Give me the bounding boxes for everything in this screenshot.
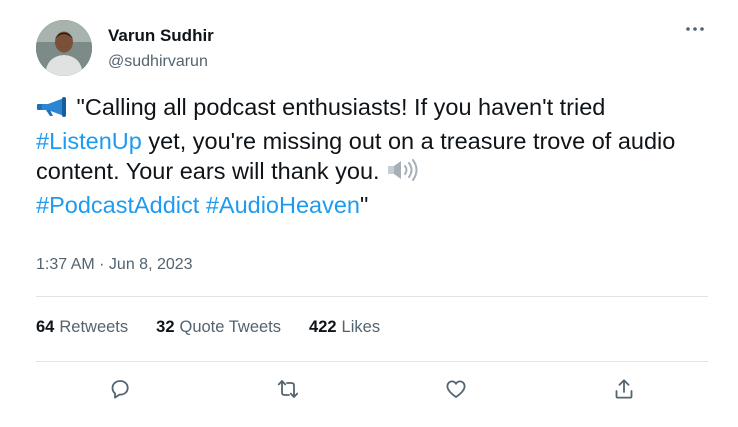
avatar[interactable] [36, 20, 92, 76]
likes-label: Likes [341, 318, 381, 336]
engagement-stats: 64 Retweets 32 Quote Tweets 422 Likes [36, 318, 380, 340]
user-handle[interactable]: @sudhirvarun [108, 53, 208, 71]
quote-tweets-stat[interactable]: 32 Quote Tweets [156, 318, 281, 340]
tweet-text-segment: " [360, 191, 369, 218]
share-icon[interactable] [609, 374, 639, 404]
divider [36, 296, 708, 297]
more-options-icon[interactable] [682, 18, 708, 40]
tweet-text: "Calling all podcast enthusiasts! If you… [36, 92, 716, 220]
quote-tweets-count: 32 [156, 318, 175, 336]
tweet-timestamp[interactable]: 1:37 AM · Jun 8, 2023 [36, 256, 193, 274]
likes-count: 422 [309, 318, 337, 336]
retweets-label: Retweets [59, 318, 129, 336]
speaker-high-volume-icon [386, 158, 420, 190]
tweet-text-segment: "Calling all podcast enthusiasts! If you… [76, 94, 606, 120]
megaphone-icon [36, 95, 70, 126]
display-name[interactable]: Varun Sudhir [108, 26, 214, 46]
hashtag-listenup[interactable]: #ListenUp [36, 128, 142, 154]
tweet-card: Varun Sudhir @sudhirvarun "Calling all p… [0, 0, 738, 427]
retweets-stat[interactable]: 64 Retweets [36, 318, 128, 340]
divider [36, 361, 708, 362]
like-icon[interactable] [441, 374, 471, 404]
retweet-icon[interactable] [273, 374, 303, 404]
quote-tweets-label: Quote Tweets [179, 318, 282, 336]
hashtag-audioheaven[interactable]: #AudioHeaven [206, 192, 360, 218]
likes-stat[interactable]: 422 Likes [309, 318, 380, 340]
retweets-count: 64 [36, 318, 55, 336]
reply-icon[interactable] [105, 374, 135, 404]
tweet-header: Varun Sudhir @sudhirvarun [36, 20, 708, 80]
hashtag-podcastaddict[interactable]: #PodcastAddict [36, 192, 199, 218]
